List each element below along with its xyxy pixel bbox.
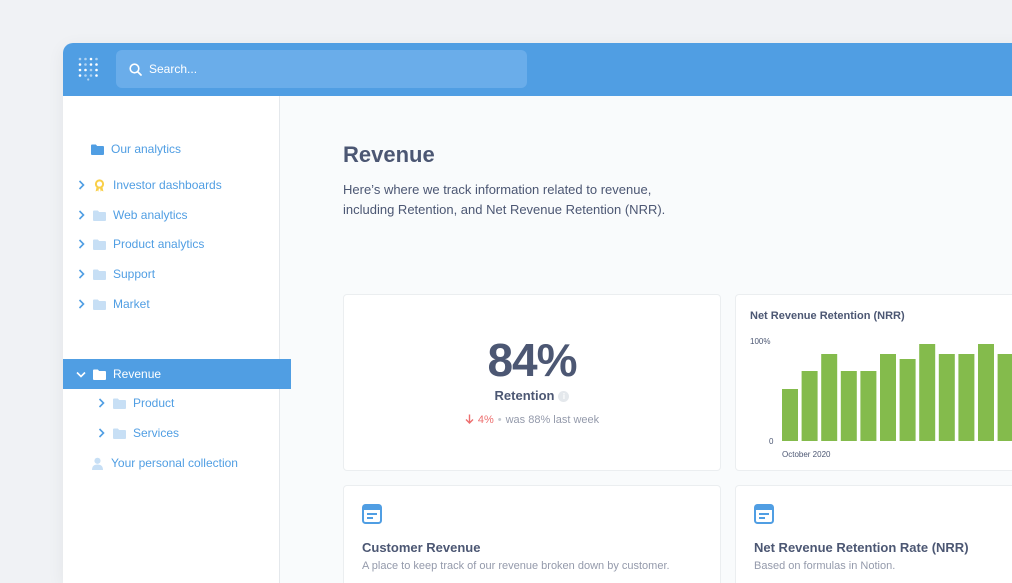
page-description: Here’s where we track information relate… bbox=[343, 182, 666, 217]
info-icon[interactable]: i bbox=[558, 391, 570, 403]
chart-bar[interactable] bbox=[919, 344, 936, 441]
sidebar-item-our-analytics[interactable]: Our analytics bbox=[63, 134, 307, 164]
chevron-right-icon[interactable] bbox=[95, 428, 107, 438]
metric-change-value: 4% bbox=[477, 414, 494, 426]
sidebar-item-label: Product bbox=[133, 396, 175, 410]
chevron-right-icon[interactable] bbox=[75, 210, 87, 220]
folder-icon bbox=[93, 369, 106, 380]
chevron-right-icon[interactable] bbox=[75, 180, 87, 190]
card-title: Customer Revenue bbox=[362, 540, 481, 555]
y-tick-label: 0 bbox=[769, 437, 774, 446]
chart-bar[interactable] bbox=[801, 371, 818, 441]
metric-value: 84% bbox=[487, 334, 577, 386]
folder-icon bbox=[93, 269, 106, 280]
chart-bar[interactable] bbox=[978, 344, 994, 441]
card-description: Based on formulas in Notion. bbox=[754, 560, 896, 572]
retention-metric-card[interactable]: 84% Retention i 4% • was 88% last week bbox=[343, 294, 721, 471]
chart-bar[interactable] bbox=[860, 371, 877, 441]
chevron-right-icon[interactable] bbox=[75, 239, 87, 249]
chart-bar[interactable] bbox=[958, 354, 975, 441]
collections-sidebar: Our analytics Investor dashboards Web an… bbox=[63, 96, 291, 583]
folder-icon bbox=[91, 144, 104, 155]
x-tick-label: October 2020 bbox=[782, 450, 831, 459]
folder-icon bbox=[113, 428, 126, 439]
metric-label: Retention bbox=[494, 388, 555, 403]
sidebar-item-label: Our analytics bbox=[111, 142, 182, 156]
sidebar-item-label: Investor dashboards bbox=[113, 178, 222, 192]
arrow-down-icon bbox=[465, 414, 474, 424]
folder-icon bbox=[93, 210, 106, 221]
folder-icon bbox=[93, 299, 106, 310]
chart-bars bbox=[782, 344, 1012, 441]
nrr-rate-card[interactable]: Net Revenue Retention Rate (NRR) Based o… bbox=[735, 485, 1012, 583]
folder-icon bbox=[93, 239, 106, 250]
chart-bar[interactable] bbox=[880, 354, 896, 441]
sidebar-item-web-analytics[interactable]: Web analytics bbox=[63, 200, 291, 230]
sidebar-item-label: Product analytics bbox=[113, 237, 205, 251]
nrr-chart-card[interactable]: Net Revenue Retention (NRR) 100% 0 Octob… bbox=[735, 294, 1012, 471]
search-icon bbox=[129, 62, 142, 76]
card-description: A place to keep track of our revenue bro… bbox=[362, 560, 670, 572]
sidebar-item-market[interactable]: Market bbox=[63, 289, 291, 319]
chart-bar[interactable] bbox=[821, 354, 838, 441]
separator-dot: • bbox=[497, 414, 502, 426]
sidebar-item-revenue[interactable]: Revenue bbox=[63, 359, 291, 389]
chevron-right-icon[interactable] bbox=[75, 269, 87, 279]
y-tick-label: 100% bbox=[750, 337, 770, 346]
sidebar-item-services[interactable]: Services bbox=[63, 418, 311, 448]
sidebar-item-product-analytics[interactable]: Product analytics bbox=[63, 229, 291, 259]
chevron-right-icon[interactable] bbox=[95, 398, 107, 408]
sidebar-item-label: Web analytics bbox=[113, 208, 188, 222]
search-input[interactable]: Search... bbox=[149, 62, 197, 76]
chart-bar[interactable] bbox=[997, 354, 1012, 441]
person-icon bbox=[91, 457, 104, 470]
customer-revenue-card[interactable]: Customer Revenue A place to keep track o… bbox=[343, 485, 721, 583]
sidebar-item-label: Revenue bbox=[113, 367, 162, 381]
sidebar-item-label: Your personal collection bbox=[111, 456, 238, 470]
chevron-down-icon[interactable] bbox=[75, 371, 87, 378]
badge-icon bbox=[93, 178, 106, 192]
app-logo-icon[interactable] bbox=[78, 57, 100, 81]
sidebar-item-label: Market bbox=[113, 297, 150, 311]
chart-bar[interactable] bbox=[899, 359, 916, 441]
document-icon bbox=[754, 504, 774, 524]
metric-label-row: Retention i bbox=[344, 388, 720, 403]
sidebar-item-label: Support bbox=[113, 267, 156, 281]
card-title: Net Revenue Retention Rate (NRR) bbox=[754, 540, 969, 555]
nrr-bar-chart: 100% 0 October 2020 bbox=[750, 337, 1012, 459]
document-icon bbox=[362, 504, 382, 524]
page-title: Revenue bbox=[343, 142, 435, 167]
top-navbar: Search... bbox=[63, 43, 1012, 96]
chevron-right-icon[interactable] bbox=[75, 299, 87, 309]
app-window: Search... Our analytics Investor dashboa… bbox=[63, 43, 1012, 583]
chart-bar[interactable] bbox=[840, 371, 857, 441]
sidebar-item-label: Services bbox=[133, 426, 180, 440]
chart-bar[interactable] bbox=[938, 354, 955, 441]
metric-change-row: 4% • was 88% last week bbox=[344, 414, 720, 426]
chart-bar[interactable] bbox=[782, 389, 798, 441]
metric-comparison: was 88% last week bbox=[505, 414, 600, 426]
sidebar-item-support[interactable]: Support bbox=[63, 259, 291, 289]
search-bar[interactable]: Search... bbox=[116, 50, 527, 88]
main-content: Revenue Here’s where we track informatio… bbox=[280, 96, 1012, 583]
sidebar-item-product[interactable]: Product bbox=[63, 388, 311, 418]
sidebar-item-personal-collection[interactable]: Your personal collection bbox=[63, 448, 307, 478]
sidebar-item-investor-dashboards[interactable]: Investor dashboards bbox=[63, 170, 291, 200]
metric-change: 4% bbox=[465, 414, 494, 426]
folder-icon bbox=[113, 398, 126, 409]
